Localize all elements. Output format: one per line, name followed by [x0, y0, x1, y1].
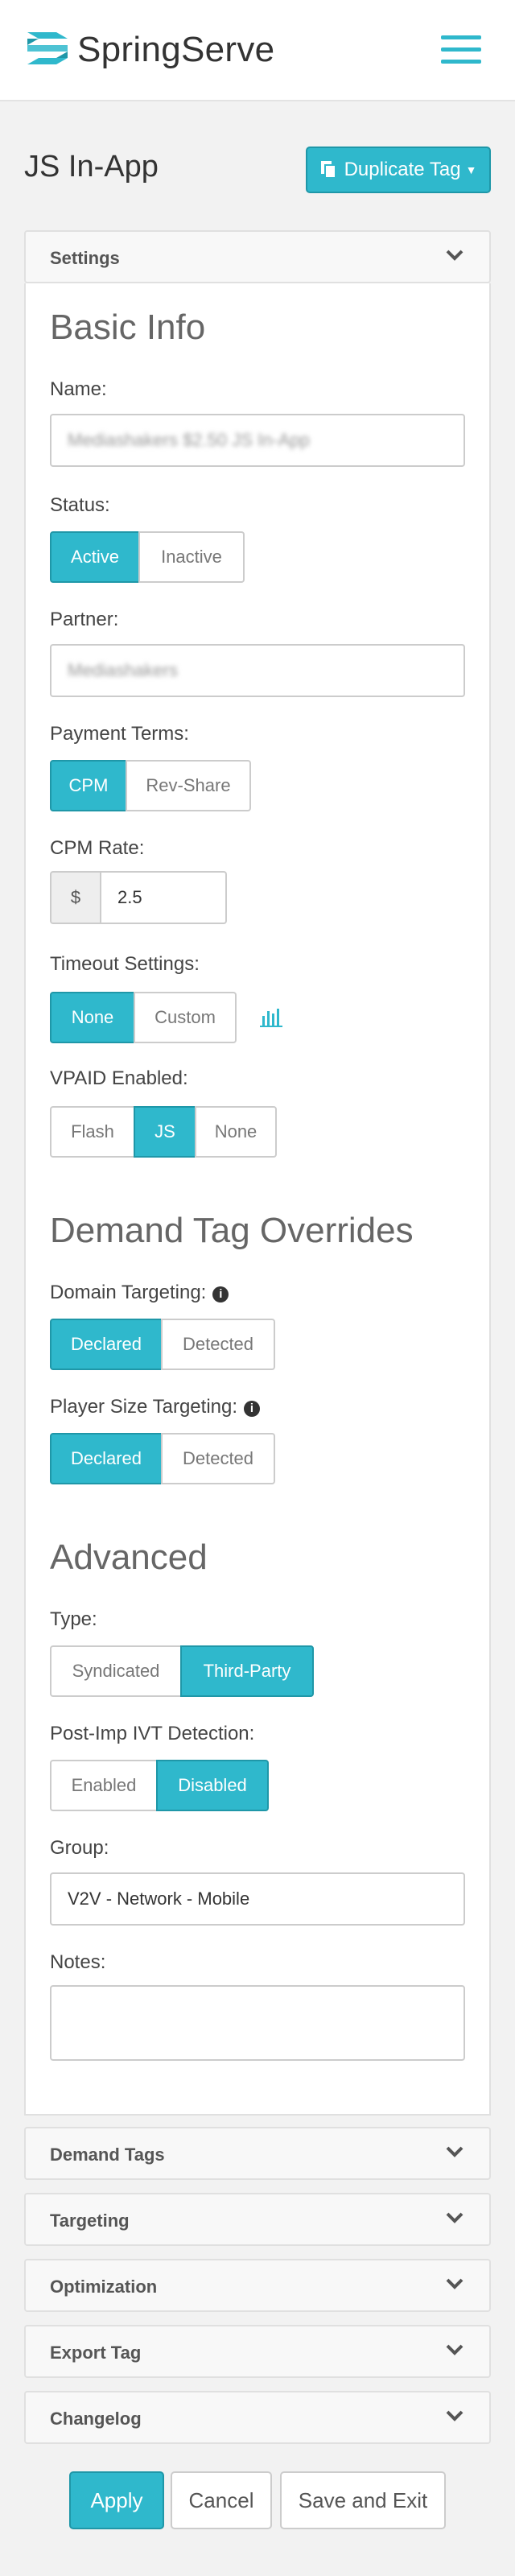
group-value: V2V - Network - Mobile — [68, 1889, 250, 1909]
status-active-button[interactable]: Active — [50, 531, 140, 583]
timeout-custom-button[interactable]: Custom — [134, 992, 237, 1043]
ivt-disabled-button[interactable]: Disabled — [156, 1760, 269, 1811]
domain-targeting-label: Domain Targeting: i — [50, 1282, 229, 1304]
type-toggle: Syndicated Third-Party — [50, 1645, 314, 1697]
chevron-down-icon — [446, 2212, 464, 2223]
currency-prefix: $ — [50, 871, 101, 924]
status-inactive-button[interactable]: Inactive — [138, 531, 245, 583]
menu-hamburger-icon[interactable] — [441, 35, 481, 64]
name-label: Name: — [50, 378, 107, 400]
panel-settings-label: Settings — [50, 248, 120, 268]
type-label: Type: — [50, 1608, 97, 1630]
partner-label: Partner: — [50, 609, 119, 630]
page-title: JS In-App — [24, 150, 159, 184]
notes-textarea[interactable] — [50, 1985, 465, 2061]
info-icon[interactable]: i — [212, 1286, 229, 1302]
domain-targeting-text: Domain Targeting: — [50, 1282, 207, 1303]
domain-declared-button[interactable]: Declared — [50, 1319, 163, 1370]
brand-logo[interactable]: SpringServe — [24, 26, 274, 74]
section-title-demand-tag-overrides: Demand Tag Overrides — [50, 1211, 414, 1250]
section-title-basic-info: Basic Info — [50, 308, 206, 347]
vpaid-none-button[interactable]: None — [195, 1106, 277, 1158]
vpaid-flash-button[interactable]: Flash — [50, 1106, 135, 1158]
panel-demand-tags-header[interactable]: Demand Tags — [24, 2127, 491, 2180]
cpm-rate-field[interactable]: 2.5 — [101, 871, 227, 924]
vpaid-js-button[interactable]: JS — [134, 1106, 196, 1158]
panel-export-tag-header[interactable]: Export Tag — [24, 2325, 491, 2378]
group-field[interactable]: V2V - Network - Mobile — [50, 1872, 465, 1926]
domain-targeting-toggle: Declared Detected — [50, 1319, 275, 1370]
save-and-exit-button[interactable]: Save and Exit — [280, 2471, 446, 2529]
cpm-rate-input-group: $ 2.5 — [50, 871, 227, 924]
copy-icon — [320, 161, 336, 179]
partner-value: Mediashakers — [68, 660, 178, 680]
panel-settings-header[interactable]: Settings — [24, 230, 491, 283]
domain-detected-button[interactable]: Detected — [161, 1319, 275, 1370]
springserve-logo-icon — [27, 32, 68, 64]
type-third-party-button[interactable]: Third-Party — [180, 1645, 314, 1697]
panel-changelog-label: Changelog — [50, 2409, 142, 2429]
timeout-settings-label: Timeout Settings: — [50, 953, 200, 975]
apply-button[interactable]: Apply — [69, 2471, 164, 2529]
chevron-down-icon — [446, 2344, 464, 2355]
chevron-down-icon — [446, 2146, 464, 2157]
duplicate-tag-button[interactable]: Duplicate Tag ▼ — [306, 147, 491, 193]
notes-label: Notes: — [50, 1951, 106, 1973]
status-toggle: Active Inactive — [50, 531, 245, 583]
caret-down-icon: ▼ — [465, 163, 477, 176]
info-icon[interactable]: i — [244, 1401, 261, 1417]
timeout-settings-toggle: None Custom — [50, 992, 237, 1043]
panel-optimization-label: Optimization — [50, 2277, 158, 2297]
cpm-rate-label: CPM Rate: — [50, 837, 145, 859]
brand-name: SpringServe — [77, 30, 275, 69]
chevron-down-icon — [446, 2410, 464, 2421]
type-syndicated-button[interactable]: Syndicated — [50, 1645, 182, 1697]
duplicate-tag-label: Duplicate Tag — [344, 159, 461, 180]
chevron-down-icon — [446, 2278, 464, 2289]
group-label: Group: — [50, 1837, 109, 1859]
chevron-down-icon — [446, 250, 464, 261]
payment-cpm-button[interactable]: CPM — [50, 760, 127, 811]
player-detected-button[interactable]: Detected — [161, 1433, 275, 1484]
player-size-targeting-text: Player Size Targeting: — [50, 1396, 238, 1418]
ivt-detection-toggle: Enabled Disabled — [50, 1760, 269, 1811]
section-title-advanced: Advanced — [50, 1538, 208, 1577]
panel-demand-tags-label: Demand Tags — [50, 2145, 165, 2165]
name-value: Mediashakers $2.50 JS In-App — [68, 430, 310, 450]
name-field[interactable]: Mediashakers $2.50 JS In-App — [50, 414, 465, 467]
payment-terms-label: Payment Terms: — [50, 723, 189, 745]
timeout-none-button[interactable]: None — [50, 992, 135, 1043]
panel-export-tag-label: Export Tag — [50, 2343, 142, 2363]
player-size-targeting-toggle: Declared Detected — [50, 1433, 275, 1484]
player-size-targeting-label: Player Size Targeting: i — [50, 1396, 261, 1418]
top-navbar: SpringServe — [0, 0, 515, 101]
cancel-button[interactable]: Cancel — [171, 2471, 272, 2529]
player-declared-button[interactable]: Declared — [50, 1433, 163, 1484]
payment-revshare-button[interactable]: Rev-Share — [126, 760, 251, 811]
panel-optimization-header[interactable]: Optimization — [24, 2259, 491, 2312]
ivt-detection-label: Post-Imp IVT Detection: — [50, 1723, 255, 1744]
panel-targeting-header[interactable]: Targeting — [24, 2193, 491, 2246]
bar-chart-icon[interactable] — [259, 1006, 283, 1029]
panel-changelog-header[interactable]: Changelog — [24, 2391, 491, 2444]
vpaid-enabled-label: VPAID Enabled: — [50, 1067, 188, 1089]
vpaid-enabled-toggle: Flash JS None — [50, 1106, 277, 1158]
ivt-enabled-button[interactable]: Enabled — [50, 1760, 158, 1811]
panel-targeting-label: Targeting — [50, 2211, 130, 2231]
partner-field[interactable]: Mediashakers — [50, 644, 465, 697]
payment-terms-toggle: CPM Rev-Share — [50, 760, 251, 811]
status-label: Status: — [50, 494, 110, 516]
